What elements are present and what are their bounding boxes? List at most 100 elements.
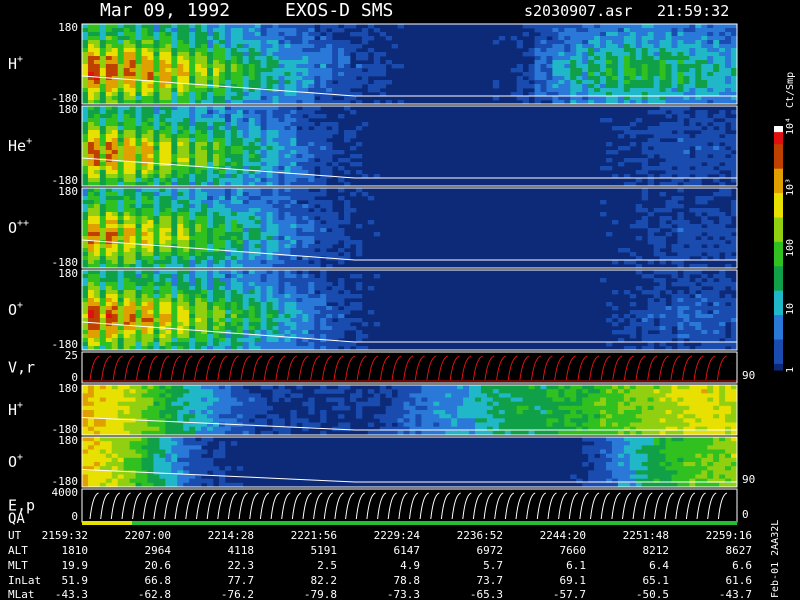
spectrogram-cell	[695, 252, 702, 257]
spectrogram-cell	[683, 40, 690, 45]
spectrogram-cell	[296, 318, 303, 323]
spectrogram-cell	[582, 88, 589, 93]
spectrogram-cell	[82, 174, 89, 179]
spectrogram-cell	[87, 326, 95, 331]
spectrogram-cell	[147, 212, 154, 217]
spectrogram-cell	[725, 150, 732, 155]
spectrogram-cell	[153, 192, 160, 197]
spectrogram-cell	[302, 32, 309, 37]
spectrogram-cell	[195, 212, 202, 217]
spectrogram-cell	[683, 28, 690, 33]
spectrogram-cell	[695, 286, 702, 291]
spectrogram-cell	[391, 44, 398, 49]
spectrogram-cell	[236, 282, 244, 287]
spectrogram-cell	[236, 338, 244, 343]
spectrogram-cell	[177, 236, 184, 241]
spectrogram-cell	[135, 314, 142, 319]
spectrogram-cell	[218, 158, 226, 163]
spectrogram-cell	[141, 322, 148, 327]
spectrogram-cell	[308, 84, 315, 89]
spectrogram-cell	[93, 150, 101, 155]
spectrogram-cell	[308, 146, 315, 151]
spectrogram-cell	[314, 130, 321, 135]
spectrogram-cell	[695, 36, 702, 41]
spectrogram-cell	[117, 92, 125, 97]
spectrogram-cell	[695, 80, 702, 85]
spectrogram-cell	[99, 52, 107, 57]
spectrogram-cell	[260, 302, 267, 307]
spectrogram-cell	[623, 126, 631, 131]
spectrogram-cell	[266, 256, 273, 261]
spectrogram-cell	[731, 240, 738, 245]
spectrogram-cell	[659, 48, 666, 53]
spectrogram-cell	[236, 92, 244, 97]
spectrogram-cell	[189, 310, 196, 315]
spectrogram-cell	[344, 76, 351, 81]
spectrogram-cell	[367, 88, 375, 93]
spectrogram-cell	[600, 48, 607, 53]
spectrogram-cell	[248, 294, 256, 299]
spectrogram-cell	[236, 122, 244, 127]
spectrogram-cell	[623, 96, 631, 101]
spectrogram-cell	[338, 342, 345, 347]
spectrogram-cell	[123, 60, 131, 65]
spectrogram-cell	[367, 64, 375, 69]
spectrogram-cell	[207, 130, 214, 135]
spectrogram-cell	[332, 326, 339, 331]
spectrogram-cell	[707, 150, 714, 155]
spectrogram-cell	[665, 232, 672, 237]
spectrogram-cell	[355, 188, 363, 193]
spectrogram-cell	[82, 290, 89, 295]
spectrogram-cell	[302, 232, 309, 237]
spectrogram-cell	[248, 84, 256, 89]
spectrogram-cell	[195, 174, 202, 179]
spectrogram-cell	[689, 282, 696, 287]
spectrogram-cell	[165, 236, 172, 241]
spectrogram-cell	[135, 294, 142, 299]
spectrogram-cell	[82, 40, 89, 45]
spectrogram-cell	[171, 60, 178, 65]
spectrogram-cell	[576, 88, 583, 93]
spectrogram-cell	[689, 88, 696, 93]
spectrogram-cell	[272, 286, 279, 291]
spectrogram-cell	[278, 150, 285, 155]
spectrogram-cell	[617, 126, 625, 131]
spectrogram-cell	[707, 208, 714, 213]
spectrogram-cell	[332, 220, 339, 225]
spectrogram-cell	[183, 142, 190, 147]
spectrogram-cell	[147, 220, 154, 225]
spectrogram-cell	[242, 232, 250, 237]
spectrogram-cell	[296, 314, 303, 319]
spectrogram-cell	[284, 142, 291, 147]
spectrogram-cell	[314, 134, 321, 139]
spectrogram-cell	[332, 72, 339, 77]
spectrogram-cell	[99, 330, 107, 335]
spectrogram-cell	[153, 310, 160, 315]
spectrogram-cell	[623, 24, 631, 29]
spectrogram-cell	[159, 96, 166, 101]
spectrogram-cell	[606, 318, 613, 323]
spectrogram-cell	[153, 158, 160, 163]
spectrogram-cell	[165, 208, 172, 213]
spectrogram-cell	[296, 208, 303, 213]
spectrogram-cell	[189, 338, 196, 343]
spectrogram-cell	[683, 240, 690, 245]
spectrogram-cell	[230, 72, 238, 77]
spectrogram-cell	[564, 24, 571, 29]
spectrogram-cell	[153, 338, 160, 343]
spectrogram-cell	[320, 232, 327, 237]
spectrogram-cell	[159, 118, 166, 123]
spectrogram-cell	[224, 318, 232, 323]
spectrogram-cell	[272, 114, 279, 119]
spectrogram-cell	[123, 24, 131, 29]
spectrogram-cell	[165, 84, 172, 89]
spectrogram-cell	[320, 322, 327, 327]
spectrogram-cell	[355, 170, 363, 175]
spectrogram-cell	[105, 28, 113, 33]
spectrogram-cell	[260, 200, 267, 205]
spectrogram-cell	[82, 278, 89, 283]
spectrogram-cell	[266, 270, 273, 275]
spectrogram-cell	[713, 170, 720, 175]
spectrogram-cell	[296, 228, 303, 233]
spectrogram-cell	[129, 236, 136, 241]
